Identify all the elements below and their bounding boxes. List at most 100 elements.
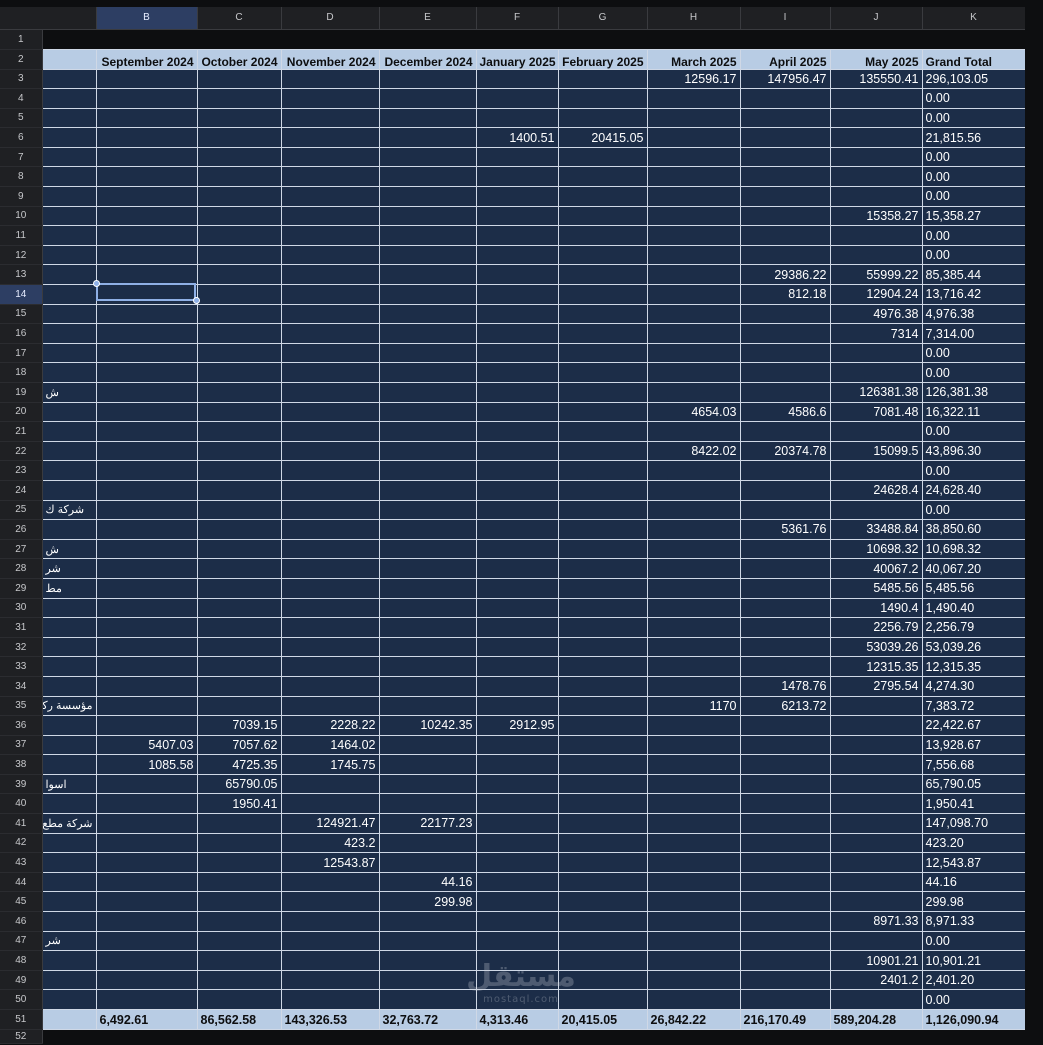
value-cell[interactable] — [739, 538, 831, 560]
value-cell[interactable] — [475, 284, 559, 305]
value-cell[interactable]: 1400.51 — [475, 127, 559, 148]
value-cell[interactable] — [196, 323, 282, 344]
month-header-cell[interactable]: January 2025 — [475, 48, 559, 70]
row-header[interactable]: 32 — [0, 637, 43, 658]
value-cell[interactable] — [646, 323, 741, 344]
customer-name-cell[interactable] — [41, 127, 97, 148]
customer-name-cell[interactable] — [41, 323, 97, 344]
value-cell[interactable] — [557, 656, 648, 677]
value-cell[interactable]: 812.18 — [739, 284, 831, 305]
value-cell[interactable]: 2795.54 — [829, 675, 923, 697]
cell[interactable] — [281, 29, 379, 49]
customer-name-cell[interactable] — [41, 264, 97, 286]
row-header[interactable]: 12 — [0, 245, 43, 266]
value-cell[interactable] — [646, 558, 741, 579]
value-cell[interactable] — [95, 186, 198, 207]
value-cell[interactable] — [646, 969, 741, 991]
grand-total-cell[interactable]: 299.98 — [921, 891, 1026, 913]
value-cell[interactable]: 5407.03 — [95, 734, 198, 756]
value-cell[interactable] — [829, 107, 923, 129]
value-cell[interactable] — [475, 754, 559, 775]
customer-name-cell[interactable] — [41, 519, 97, 540]
customer-name-cell[interactable] — [41, 460, 97, 481]
value-cell[interactable] — [739, 323, 831, 344]
value-cell[interactable] — [646, 382, 741, 403]
grand-total-cell[interactable]: 126,381.38 — [921, 382, 1026, 403]
value-cell[interactable] — [557, 695, 648, 717]
value-cell[interactable] — [739, 989, 831, 1010]
row-header[interactable]: 14 — [0, 284, 43, 305]
value-cell[interactable] — [378, 401, 477, 423]
value-cell[interactable] — [378, 793, 477, 815]
value-cell[interactable] — [557, 577, 648, 599]
value-cell[interactable] — [557, 911, 648, 932]
cell[interactable] — [197, 1029, 281, 1044]
value-cell[interactable] — [557, 558, 648, 579]
value-cell[interactable] — [557, 715, 648, 736]
row-header[interactable]: 17 — [0, 343, 43, 364]
row-header[interactable]: 43 — [0, 852, 43, 873]
customer-name-cell[interactable] — [41, 871, 97, 893]
row-header[interactable]: 25 — [0, 500, 43, 521]
column-header-e[interactable]: E — [379, 7, 477, 30]
customer-name-cell[interactable] — [41, 186, 97, 207]
row-header[interactable]: 39 — [0, 774, 43, 795]
row-header[interactable]: 46 — [0, 911, 43, 932]
value-cell[interactable] — [829, 88, 923, 109]
value-cell[interactable] — [739, 205, 831, 227]
grand-total-cell[interactable]: 53,039.26 — [921, 636, 1026, 658]
cell[interactable] — [96, 1029, 197, 1044]
grand-total-cell[interactable]: 4,976.38 — [921, 303, 1026, 325]
customer-name-cell[interactable]: شر — [41, 930, 97, 952]
value-cell[interactable] — [378, 107, 477, 129]
value-cell[interactable] — [739, 107, 831, 129]
row-header[interactable]: 28 — [0, 558, 43, 579]
value-cell[interactable] — [475, 264, 559, 286]
value-cell[interactable] — [280, 538, 380, 560]
cell[interactable] — [558, 29, 647, 49]
value-cell[interactable] — [280, 284, 380, 305]
value-cell[interactable] — [739, 244, 831, 266]
grand-total-cell[interactable]: 13,716.42 — [921, 284, 1026, 305]
value-cell[interactable] — [646, 656, 741, 677]
customer-name-cell[interactable] — [41, 284, 97, 305]
value-cell[interactable] — [475, 323, 559, 344]
value-cell[interactable]: 12904.24 — [829, 284, 923, 305]
value-cell[interactable] — [95, 538, 198, 560]
value-cell[interactable] — [280, 146, 380, 168]
grand-total-cell[interactable]: 0.00 — [921, 244, 1026, 266]
value-cell[interactable]: 7314 — [829, 323, 923, 344]
value-cell[interactable] — [196, 284, 282, 305]
value-cell[interactable] — [196, 225, 282, 246]
value-cell[interactable]: 6213.72 — [739, 695, 831, 717]
value-cell[interactable] — [280, 303, 380, 325]
value-cell[interactable] — [475, 597, 559, 619]
value-cell[interactable] — [475, 558, 559, 579]
customer-name-cell[interactable] — [41, 401, 97, 423]
value-cell[interactable] — [196, 597, 282, 619]
value-cell[interactable] — [557, 88, 648, 109]
value-cell[interactable] — [95, 225, 198, 246]
grand-total-cell[interactable]: 0.00 — [921, 225, 1026, 246]
value-cell[interactable]: 12543.87 — [280, 852, 380, 873]
value-cell[interactable] — [829, 244, 923, 266]
value-cell[interactable] — [280, 558, 380, 579]
value-cell[interactable] — [557, 382, 648, 403]
grand-total-cell[interactable]: 0.00 — [921, 186, 1026, 207]
value-cell[interactable]: 7081.48 — [829, 401, 923, 423]
row-header[interactable]: 9 — [0, 186, 43, 207]
row-header[interactable]: 31 — [0, 617, 43, 638]
value-cell[interactable] — [378, 597, 477, 619]
select-all-corner[interactable] — [0, 7, 97, 30]
value-cell[interactable]: 4654.03 — [646, 401, 741, 423]
value-cell[interactable] — [475, 734, 559, 756]
row-header[interactable]: 8 — [0, 166, 43, 188]
value-cell[interactable] — [378, 734, 477, 756]
customer-name-cell[interactable] — [41, 754, 97, 775]
grand-total-cell[interactable]: 5,485.56 — [921, 577, 1026, 599]
value-cell[interactable] — [475, 460, 559, 481]
row-header[interactable]: 10 — [0, 206, 43, 227]
value-cell[interactable] — [475, 930, 559, 952]
row-header[interactable]: 24 — [0, 480, 43, 501]
value-cell[interactable] — [829, 460, 923, 481]
